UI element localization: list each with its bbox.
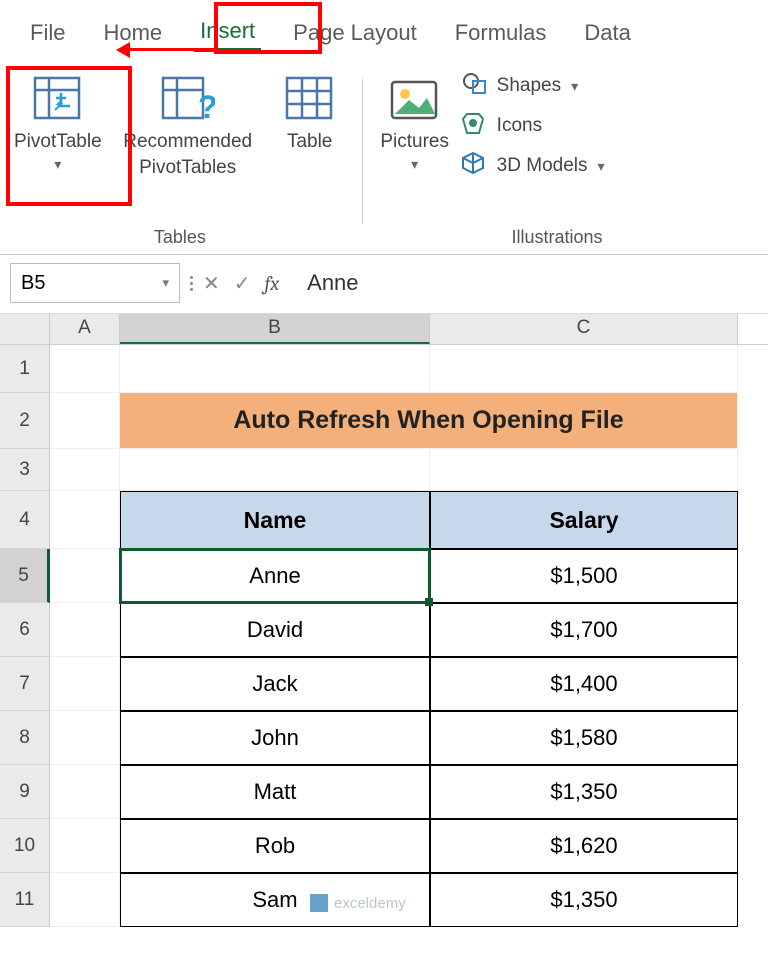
cell[interactable] (50, 449, 120, 491)
ribbon-tabs: File Home Insert Page Layout Formulas Da… (0, 0, 768, 55)
cell[interactable]: $1,400 (430, 657, 738, 711)
formula-bar: B5 ▾ ✕ ✓ fx Anne (0, 255, 768, 314)
pictures-button[interactable]: Pictures ▾ (375, 65, 455, 181)
cell[interactable] (50, 549, 120, 603)
cancel-icon[interactable]: ✕ (203, 271, 220, 296)
row-header[interactable]: 3 (0, 449, 50, 491)
recommended-label1: Recommended (123, 129, 252, 155)
cell[interactable]: $1,350 (430, 873, 738, 927)
fx-icon[interactable]: fx (265, 272, 280, 295)
row-header[interactable]: 7 (0, 657, 50, 711)
cell[interactable] (50, 765, 120, 819)
row-header[interactable]: 4 (0, 491, 50, 549)
formula-input[interactable]: Anne (289, 270, 758, 296)
tables-group-label: Tables (154, 227, 206, 254)
icons-label: Icons (497, 115, 542, 137)
svg-text:?: ? (198, 89, 215, 124)
group-tables: PivotTable ▾ ? Recommended PivotTables T… (4, 65, 356, 254)
cell[interactable]: Sam (120, 873, 430, 927)
title-cell[interactable]: Auto Refresh When Opening File (120, 393, 738, 449)
3d-models-button[interactable]: 3D Models ▾ (461, 151, 605, 181)
cell[interactable] (50, 345, 120, 393)
row-header[interactable]: 2 (0, 393, 50, 449)
recommended-pivottables-button[interactable]: ? Recommended PivotTables (108, 65, 268, 186)
handle-dots-icon (190, 276, 193, 291)
cell[interactable] (50, 657, 120, 711)
tab-data[interactable]: Data (578, 16, 636, 50)
row-header[interactable]: 11 (0, 873, 50, 927)
cell[interactable] (430, 345, 738, 393)
column-headers: A B C (0, 314, 768, 345)
cell[interactable]: Matt (120, 765, 430, 819)
cell[interactable]: Rob (120, 819, 430, 873)
pivottable-label: PivotTable (14, 129, 102, 155)
spreadsheet-grid: 1 2 Auto Refresh When Opening File 3 4 N… (0, 345, 768, 927)
pivottable-icon (33, 71, 83, 129)
cell-selected[interactable]: Anne (120, 549, 430, 603)
row-header[interactable]: 10 (0, 819, 50, 873)
icons-button[interactable]: Icons (461, 111, 605, 141)
enter-icon[interactable]: ✓ (234, 271, 251, 296)
table-header-name[interactable]: Name (120, 491, 430, 549)
recommended-label2: PivotTables (139, 155, 236, 181)
cube-icon (461, 151, 487, 181)
recommended-pivottables-icon: ? (161, 71, 215, 129)
cell[interactable]: Jack (120, 657, 430, 711)
cell[interactable] (50, 393, 120, 449)
cell[interactable] (50, 819, 120, 873)
row-header[interactable]: 8 (0, 711, 50, 765)
pictures-label: Pictures (380, 129, 449, 155)
tab-file[interactable]: File (24, 16, 71, 50)
cell[interactable] (120, 345, 430, 393)
icons-icon (461, 111, 487, 141)
cell[interactable] (50, 491, 120, 549)
chevron-down-icon: ▾ (598, 158, 605, 175)
chevron-down-icon: ▾ (54, 155, 61, 174)
group-illustrations: Pictures ▾ Shapes ▾ Icons 3D Models ▾ (369, 65, 615, 254)
table-button[interactable]: Table (270, 65, 350, 186)
ribbon-bar: PivotTable ▾ ? Recommended PivotTables T… (0, 55, 768, 255)
pictures-icon (389, 71, 441, 129)
cell[interactable]: $1,580 (430, 711, 738, 765)
cell[interactable]: $1,350 (430, 765, 738, 819)
select-all-corner[interactable] (0, 314, 50, 344)
cell[interactable]: $1,500 (430, 549, 738, 603)
table-icon (285, 71, 335, 129)
tab-page-layout[interactable]: Page Layout (287, 16, 423, 50)
cell[interactable]: $1,700 (430, 603, 738, 657)
row-header[interactable]: 5 (0, 549, 50, 603)
cell[interactable] (50, 711, 120, 765)
table-label: Table (287, 129, 332, 155)
shapes-button[interactable]: Shapes ▾ (461, 71, 605, 101)
cell[interactable]: David (120, 603, 430, 657)
chevron-down-icon: ▾ (571, 78, 578, 95)
cell[interactable] (50, 873, 120, 927)
table-header-salary[interactable]: Salary (430, 491, 738, 549)
shapes-icon (461, 71, 487, 101)
name-box-value: B5 (21, 272, 45, 295)
chevron-down-icon: ▾ (411, 155, 418, 174)
col-header-a[interactable]: A (50, 314, 120, 344)
row-header[interactable]: 1 (0, 345, 50, 393)
cell[interactable] (430, 449, 738, 491)
shapes-label: Shapes (497, 75, 561, 97)
cell[interactable] (120, 449, 430, 491)
row-header[interactable]: 6 (0, 603, 50, 657)
chevron-down-icon: ▾ (162, 275, 169, 291)
cell[interactable] (50, 603, 120, 657)
pivottable-button[interactable]: PivotTable ▾ (10, 65, 106, 186)
tab-home[interactable]: Home (97, 16, 168, 50)
tab-insert[interactable]: Insert (194, 14, 261, 52)
col-header-b[interactable]: B (120, 314, 430, 344)
group-divider (362, 79, 363, 224)
tab-formulas[interactable]: Formulas (449, 16, 553, 50)
3d-models-label: 3D Models (497, 155, 588, 177)
name-box[interactable]: B5 ▾ (10, 263, 180, 303)
cell[interactable]: John (120, 711, 430, 765)
illustrations-group-label: Illustrations (511, 227, 608, 254)
row-header[interactable]: 9 (0, 765, 50, 819)
cell[interactable]: $1,620 (430, 819, 738, 873)
col-header-c[interactable]: C (430, 314, 738, 344)
